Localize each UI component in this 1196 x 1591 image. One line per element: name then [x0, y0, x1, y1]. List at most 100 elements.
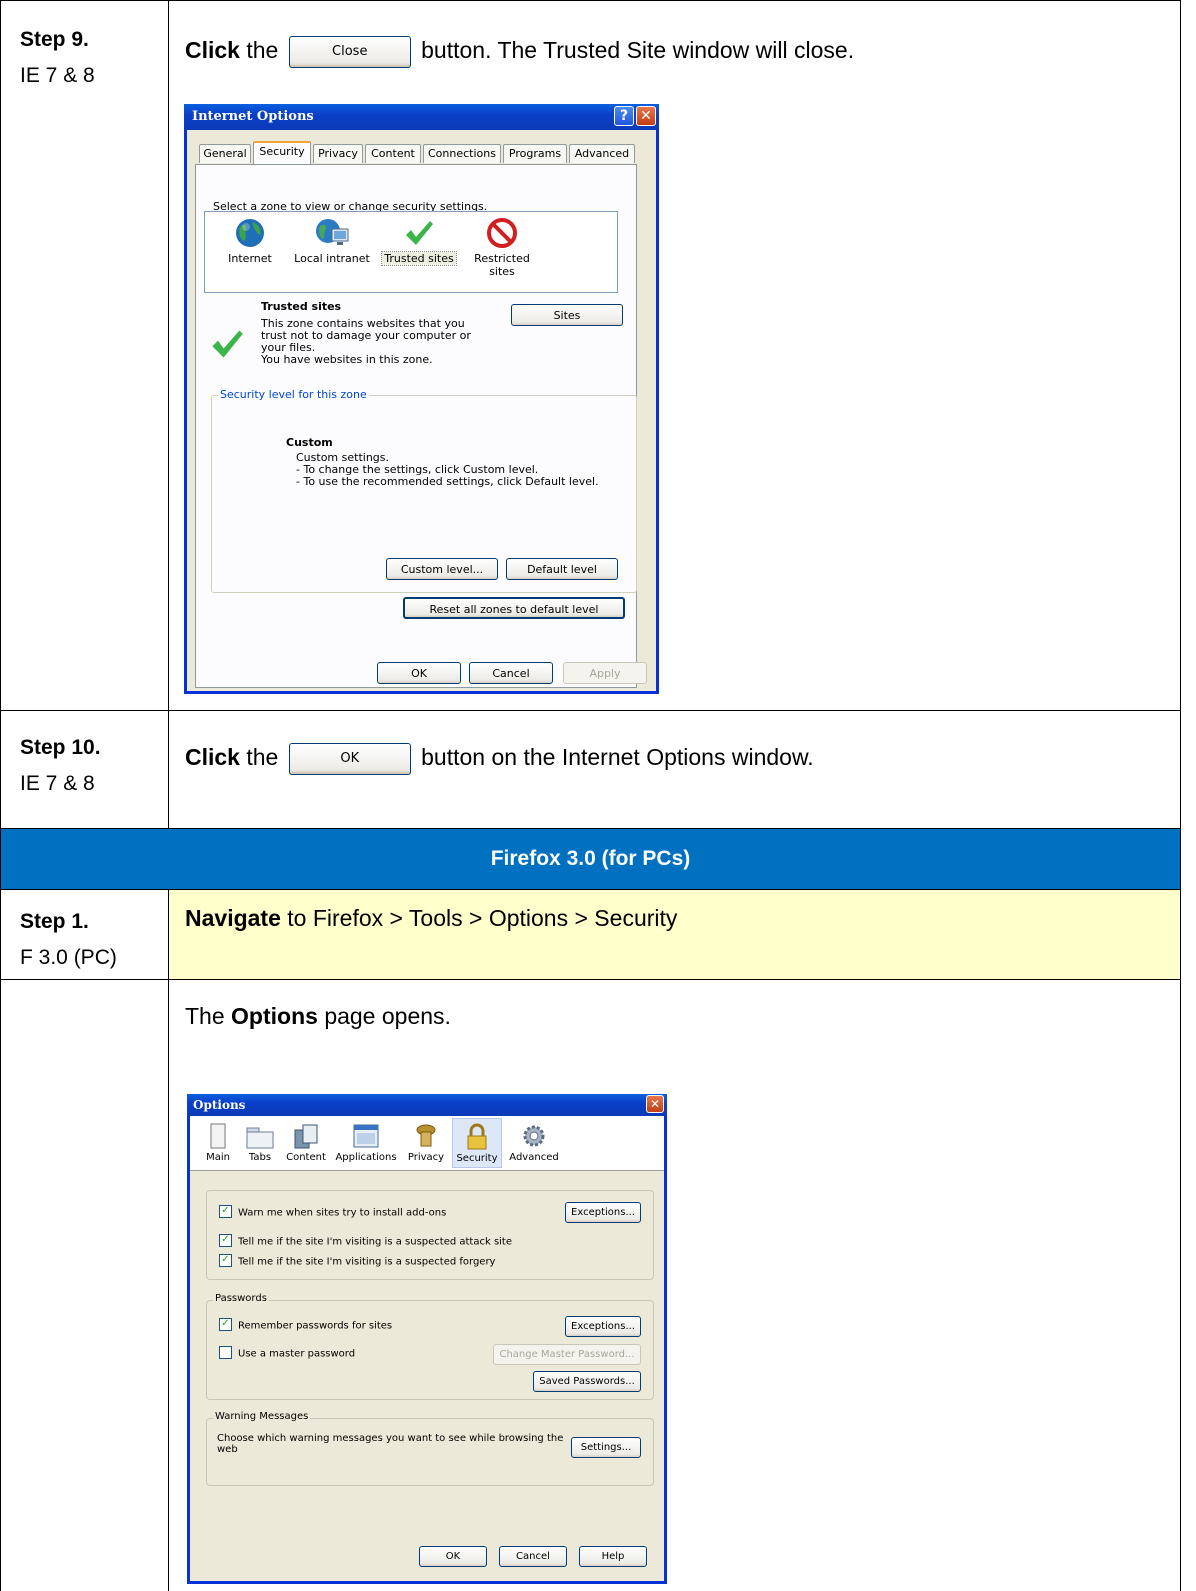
tab-connections[interactable]: Connections [423, 144, 501, 163]
pane-label: Applications [335, 1152, 397, 1163]
zone-label: Restricted sites [474, 252, 530, 278]
zone-title: Trusted sites [261, 300, 342, 313]
pane-main[interactable]: Main [198, 1118, 238, 1168]
zone-internet[interactable]: Internet [215, 217, 285, 265]
pane-privacy[interactable]: Privacy [402, 1118, 450, 1168]
column-divider [168, 0, 169, 829]
cancel-button[interactable]: Cancel [469, 662, 553, 684]
default-level-button[interactable]: Default level [506, 558, 618, 580]
help-button[interactable]: Help [579, 1546, 647, 1567]
tab-advanced[interactable]: Advanced [569, 144, 635, 163]
option-label: Tell me if the site I'm visiting is a su… [238, 1256, 496, 1268]
ok-button[interactable]: OK [377, 662, 461, 684]
pane-advanced[interactable]: Advanced [504, 1118, 564, 1168]
instruction-text: to Firefox > Tools > Options > Security [287, 905, 678, 931]
note-text: The [185, 1003, 225, 1029]
security-lock-icon [467, 1123, 487, 1150]
note-text: page opens. [324, 1003, 451, 1029]
close-icon[interactable]: ✕ [646, 1095, 664, 1113]
section-title: Firefox 3.0 (for PCs) [490, 847, 691, 870]
change-master-password-button[interactable]: Change Master Password... [493, 1344, 641, 1365]
level-description: Custom settings. - To change the setting… [296, 452, 599, 488]
checkbox-unchecked[interactable] [219, 1346, 232, 1359]
master-password-option[interactable]: Use a master password [219, 1346, 355, 1361]
tab-privacy[interactable]: Privacy [313, 144, 363, 163]
zone-local-intranet[interactable]: Local intranet [287, 217, 377, 265]
tabs-pane-icon [246, 1127, 274, 1149]
pane-tabs[interactable]: Tabs [240, 1118, 280, 1168]
privacy-pane-icon [416, 1124, 436, 1147]
warning-description-line: web [217, 1444, 238, 1455]
globe-icon [236, 219, 264, 247]
tab-programs[interactable]: Programs [503, 144, 567, 163]
zone-restricted-sites[interactable]: Restricted sites [467, 217, 537, 278]
apply-button[interactable]: Apply [563, 662, 647, 684]
zone-trusted-sites[interactable]: Trusted sites [379, 217, 459, 266]
zone-label: Internet [228, 252, 272, 265]
addons-warning-group: ✓ Warn me when sites try to install add-o… [206, 1190, 654, 1280]
level-title: Custom [286, 436, 333, 449]
checkbox-checked[interactable]: ✓ [219, 1254, 232, 1267]
pane-label: Security [456, 1153, 498, 1164]
checkmark-icon [212, 330, 243, 358]
step10-instruction: Click the OK button on the Internet Opti… [185, 743, 814, 775]
forgery-option[interactable]: ✓ Tell me if the site I'm visiting is a s… [219, 1254, 496, 1269]
tab-content[interactable]: Content [365, 144, 421, 163]
pane-content[interactable]: Content [282, 1118, 330, 1168]
attack-site-option[interactable]: ✓ Tell me if the site I'm visiting is a s… [219, 1234, 512, 1249]
group-label: Warning Messages [213, 1411, 311, 1422]
level-description-line: - To use the recommended settings, click… [296, 475, 599, 488]
pane-applications[interactable]: Applications [332, 1118, 400, 1168]
zone-description: This zone contains websites that you tru… [261, 318, 471, 366]
main-pane-icon [210, 1123, 226, 1149]
intranet-icon [316, 219, 349, 245]
row-divider [0, 710, 1181, 711]
pane-label: Content [286, 1152, 326, 1163]
internet-options-dialog: Internet Options ? ✕ General Security Pr… [184, 104, 659, 694]
pane-label: Advanced [509, 1152, 559, 1163]
tab-general[interactable]: General [199, 144, 251, 163]
close-icon[interactable]: ✕ [636, 106, 656, 126]
zone-description-line: You have websites in this zone. [261, 353, 433, 366]
step10-label-cell: Step 10. IE 7 & 8 [20, 730, 101, 802]
option-label: Warn me when sites try to install add-on… [238, 1207, 447, 1219]
instruction-verb: Click [185, 744, 240, 771]
reset-zones-button[interactable]: Reset all zones to default level [403, 597, 625, 619]
step9-instruction: Click the Close button. The Trusted Site… [185, 36, 854, 68]
saved-passwords-button[interactable]: Saved Passwords... [533, 1371, 641, 1392]
pane-label: Privacy [407, 1152, 445, 1163]
instruction-table: Step 9. IE 7 & 8 Click the Close button.… [0, 0, 1196, 1591]
advanced-gear-icon [523, 1125, 545, 1147]
warning-settings-button[interactable]: Settings... [571, 1437, 641, 1458]
row-divider [0, 979, 1181, 980]
tab-security[interactable]: Security [253, 141, 311, 164]
ok-button[interactable]: OK [419, 1546, 487, 1567]
warning-messages-group: Warning Messages Choose which warning me… [206, 1411, 654, 1486]
pane-security[interactable]: Security [452, 1118, 502, 1168]
sites-button[interactable]: Sites [511, 304, 623, 326]
instruction-text: button. The Trusted Site window will clo… [421, 37, 855, 64]
passwords-exceptions-button[interactable]: Exceptions... [565, 1316, 641, 1337]
warn-addons-option[interactable]: ✓ Warn me when sites try to install add-o… [219, 1205, 447, 1220]
custom-level-button[interactable]: Custom level... [386, 558, 498, 580]
instruction-verb: Navigate [185, 905, 281, 931]
checkbox-checked[interactable]: ✓ [219, 1205, 232, 1218]
cancel-button[interactable]: Cancel [499, 1546, 567, 1567]
passwords-group: Passwords ✓ Remember passwords for sites … [206, 1293, 654, 1400]
dialog-title: Internet Options [192, 109, 314, 124]
pane-toolbar: Main Tabs Content Applications Privacy S… [190, 1116, 664, 1171]
addons-exceptions-button[interactable]: Exceptions... [565, 1202, 641, 1223]
group-label: Passwords [213, 1293, 269, 1304]
content-pane-icon [294, 1124, 318, 1149]
checkbox-checked[interactable]: ✓ [219, 1318, 232, 1331]
remember-passwords-option[interactable]: ✓ Remember passwords for sites [219, 1318, 392, 1333]
warning-description-line: Choose which warning messages you want t… [217, 1433, 564, 1444]
help-icon[interactable]: ? [614, 106, 634, 126]
zone-label: Trusted sites [381, 251, 457, 266]
table-border-right [1180, 0, 1181, 1591]
step-number: Step 1. [20, 910, 89, 933]
step9-label-cell: Step 9. IE 7 & 8 [20, 22, 95, 94]
checkbox-checked[interactable]: ✓ [219, 1234, 232, 1247]
column-divider [168, 889, 169, 1591]
table-border-top [0, 0, 1181, 1]
